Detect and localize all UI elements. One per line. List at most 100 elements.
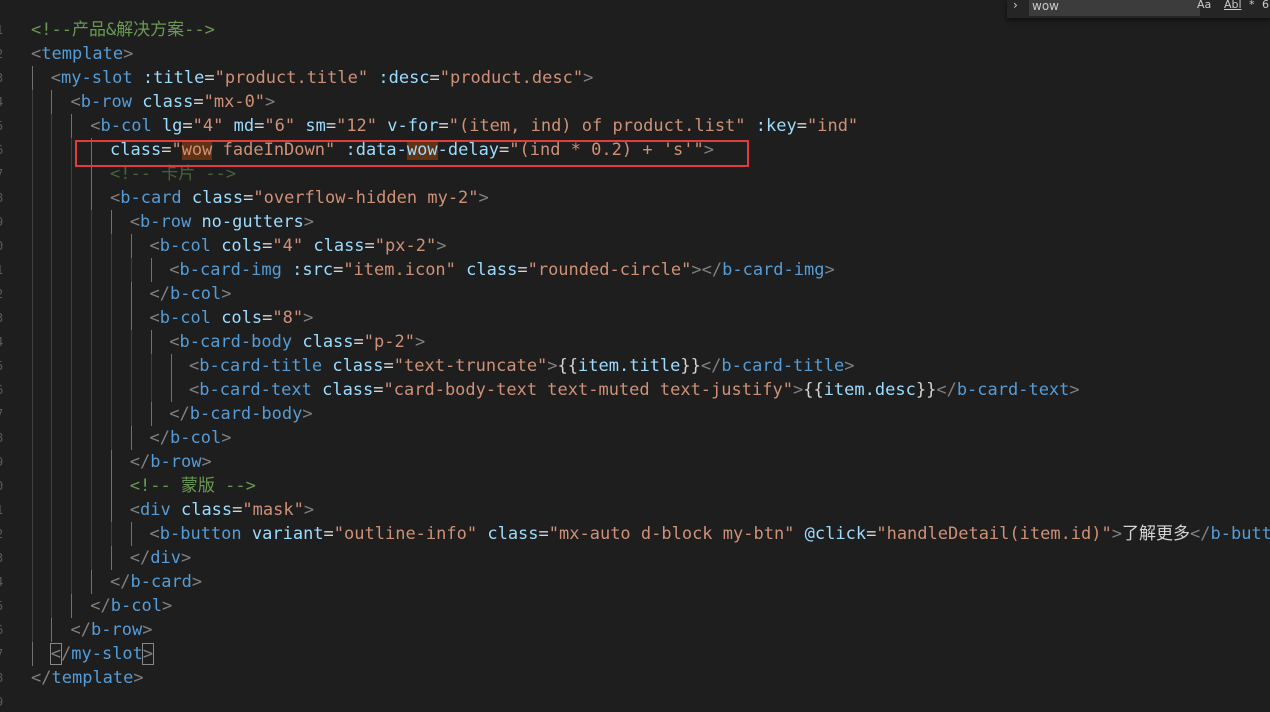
indent-guide [71,450,72,474]
indent-guide [51,210,52,234]
code-line[interactable]: <!-- 蒙版 --> [0,474,1270,498]
whole-word-toggle[interactable]: Abl [1224,0,1242,11]
toggle-replace-icon[interactable]: › [1013,0,1018,12]
indent-guide [51,306,52,330]
find-input[interactable]: wow [1029,0,1200,16]
code-text: <b-col cols="4" class="px-2"> [149,236,447,256]
match-case-toggle[interactable]: Aa [1197,0,1211,11]
indent-guide [91,570,92,594]
indent-guide [151,330,152,354]
indent-guide [32,282,33,306]
code-text: </div> [129,548,192,568]
code-line[interactable]: </b-card> [0,570,1270,594]
code-line[interactable]: </my-slot> [0,642,1270,666]
indent-guide [32,570,33,594]
indent-guide [91,522,92,546]
code-line[interactable]: <b-button variant="outline-info" class="… [0,522,1270,546]
code-text: </b-col> [149,284,232,304]
find-widget[interactable]: › wow Aa Abl * 6 [1007,0,1270,18]
code-text: class="wow fadeInDown" :data-wow-delay="… [110,140,715,160]
indent-guide [131,354,132,378]
indent-guide [91,498,92,522]
indent-guide [111,378,112,402]
code-line[interactable]: <template> [0,42,1270,66]
code-line[interactable]: <b-col cols="8"> [0,306,1270,330]
indent-guide [91,210,92,234]
code-line[interactable]: <b-card-text class="card-body-text text-… [0,378,1270,402]
code-text: <b-row class="mx-0"> [70,92,276,112]
indent-guide [111,474,112,498]
indent-guide [32,522,33,546]
regex-toggle[interactable]: * [1249,0,1255,11]
code-line[interactable]: <b-col lg="4" md="6" sm="12" v-for="(ite… [0,114,1270,138]
code-line[interactable]: <div class="mask"> [0,498,1270,522]
indent-guide [91,282,92,306]
code-line[interactable]: <!-- 卡片 --> [0,162,1270,186]
indent-guide [32,210,33,234]
indent-guide [171,378,172,402]
code-line[interactable]: <b-card class="overflow-hidden my-2"> [0,186,1270,210]
indent-guide [111,330,112,354]
code-text: <div class="mask"> [129,500,315,520]
code-area[interactable]: <!--产品&解决方案--> <template> <my-slot :title=… [0,18,1270,690]
code-line[interactable]: </b-col> [0,282,1270,306]
code-text: <b-col cols="8"> [149,308,314,328]
indent-guide [111,210,112,234]
indent-guide [51,474,52,498]
code-line[interactable]: <b-card-title class="text-truncate">{{it… [0,354,1270,378]
code-text: </b-card-body> [169,404,313,424]
indent-guide [91,258,92,282]
indent-guide [151,354,152,378]
indent-guide [51,114,52,138]
indent-guide [51,162,52,186]
code-line[interactable]: <b-row no-gutters> [0,210,1270,234]
code-line[interactable]: </b-row> [0,618,1270,642]
code-line[interactable]: <b-col cols="4" class="px-2"> [0,234,1270,258]
indent-guide [32,354,33,378]
indent-guide [151,258,152,282]
indent-guide [91,474,92,498]
indent-guide [71,210,72,234]
indent-guide [32,114,33,138]
code-line[interactable]: </b-card-body> [0,402,1270,426]
indent-guide [71,570,72,594]
indent-guide [91,186,92,210]
indent-guide [71,234,72,258]
indent-guide [51,402,52,426]
indent-guide [51,498,52,522]
indent-guide [71,546,72,570]
indent-guide [51,258,52,282]
indent-guide [71,426,72,450]
code-line[interactable]: <!--产品&解决方案--> [0,18,1270,42]
code-text: <my-slot :title="product.title" :desc="p… [50,68,594,88]
code-line[interactable]: </b-col> [0,426,1270,450]
indent-guide [32,306,33,330]
code-line[interactable]: </b-col> [0,594,1270,618]
indent-guide [51,186,52,210]
code-text: <!-- 卡片 --> [110,164,237,184]
indent-guide [32,546,33,570]
code-line[interactable]: <b-card-body class="p-2"> [0,330,1270,354]
code-editor[interactable]: 12345678901234567890123456789 <!--产品&解决方… [0,0,1270,712]
code-text: </template> [31,668,144,688]
code-line[interactable]: class="wow fadeInDown" :data-wow-delay="… [0,138,1270,162]
code-line[interactable]: </template> [0,666,1270,690]
indent-guide [71,306,72,330]
code-text: </b-row> [129,452,212,472]
indent-guide [32,618,33,642]
indent-guide [91,138,92,162]
indent-guide [151,402,152,426]
code-text: </b-row> [70,620,153,640]
code-line[interactable]: <b-row class="mx-0"> [0,90,1270,114]
code-line[interactable]: <my-slot :title="product.title" :desc="p… [0,66,1270,90]
code-line[interactable]: </div> [0,546,1270,570]
indent-guide [111,426,112,450]
code-text: <b-button variant="outline-info" class="… [149,524,1270,544]
code-text: <b-col lg="4" md="6" sm="12" v-for="(ite… [90,116,859,136]
indent-guide [131,282,132,306]
code-line[interactable]: <b-card-img :src="item.icon" class="roun… [0,258,1270,282]
code-line[interactable]: </b-row> [0,450,1270,474]
match-count: 6 [1262,0,1269,11]
indent-guide [51,522,52,546]
indent-guide [71,186,72,210]
